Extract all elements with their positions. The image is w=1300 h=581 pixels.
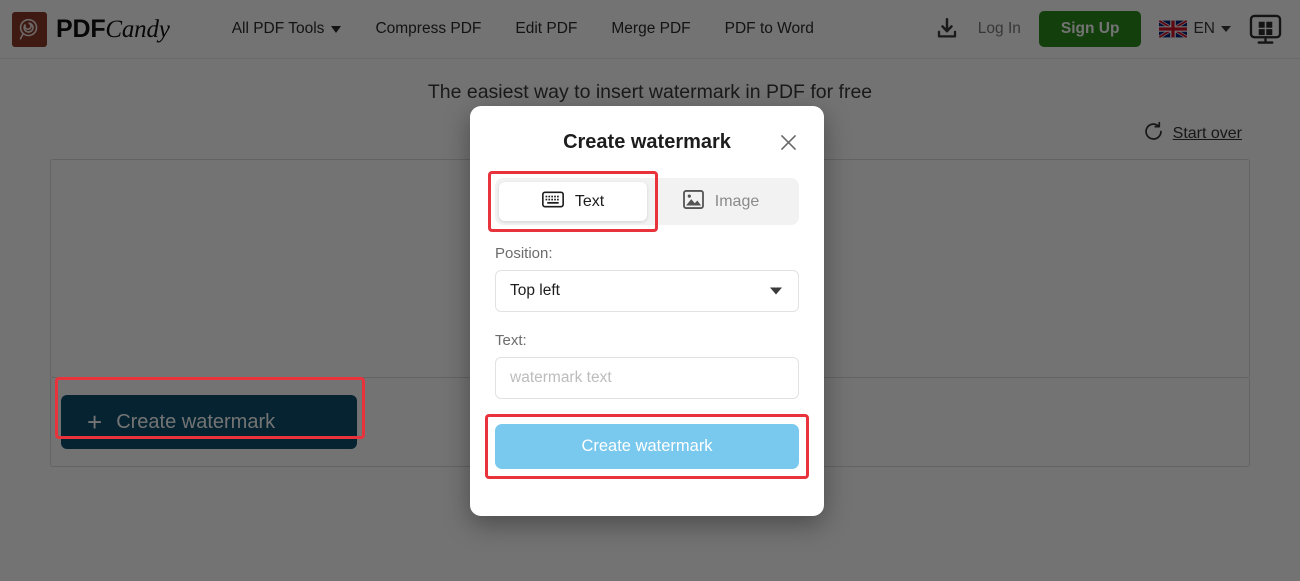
- text-label: Text:: [495, 332, 527, 349]
- modal-title: Create watermark: [563, 130, 731, 153]
- create-watermark-modal: Create watermark Text Image Position: To…: [470, 106, 824, 516]
- tab-image[interactable]: Image: [647, 182, 795, 221]
- image-icon: [682, 189, 704, 214]
- watermark-type-toggle: Text Image: [495, 178, 799, 225]
- chevron-down-icon: [770, 287, 782, 295]
- tab-text-label: Text: [574, 192, 605, 210]
- position-select-value: Top left: [510, 282, 560, 299]
- close-icon[interactable]: [774, 128, 802, 156]
- submit-row: Create watermark: [485, 414, 809, 479]
- app-root: PDFCandy All PDF Tools Compress PDF Edit…: [0, 0, 1300, 581]
- position-label: Position:: [495, 245, 553, 262]
- tab-text[interactable]: Text: [499, 182, 647, 221]
- watermark-text-input[interactable]: [495, 357, 799, 399]
- tab-image-label: Image: [714, 192, 760, 210]
- modal-create-watermark-button[interactable]: Create watermark: [495, 424, 799, 469]
- position-select[interactable]: Top left: [495, 270, 799, 312]
- keyboard-icon: [541, 191, 564, 213]
- modal-header: Create watermark: [495, 106, 799, 178]
